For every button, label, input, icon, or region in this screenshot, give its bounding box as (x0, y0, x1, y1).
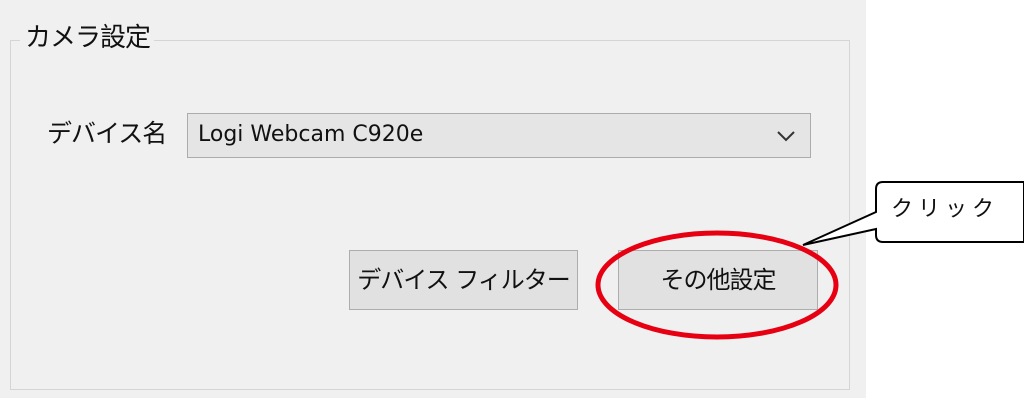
camera-settings-groupbox (10, 40, 850, 390)
device-name-label: デバイス名 (47, 119, 167, 148)
device-name-dropdown[interactable]: Logi Webcam C920e (187, 113, 811, 158)
other-settings-button[interactable]: その他設定 (618, 250, 818, 310)
device-filter-button[interactable]: デバイス フィルター (349, 250, 578, 310)
settings-panel: カメラ設定 デバイス名 Logi Webcam C920e デバイス フィルター… (0, 0, 866, 398)
callout-label: クリック (890, 197, 999, 222)
device-name-selected-value: Logi Webcam C920e (198, 122, 424, 147)
camera-settings-title: カメラ設定 (20, 22, 155, 54)
chevron-down-icon (777, 131, 795, 142)
